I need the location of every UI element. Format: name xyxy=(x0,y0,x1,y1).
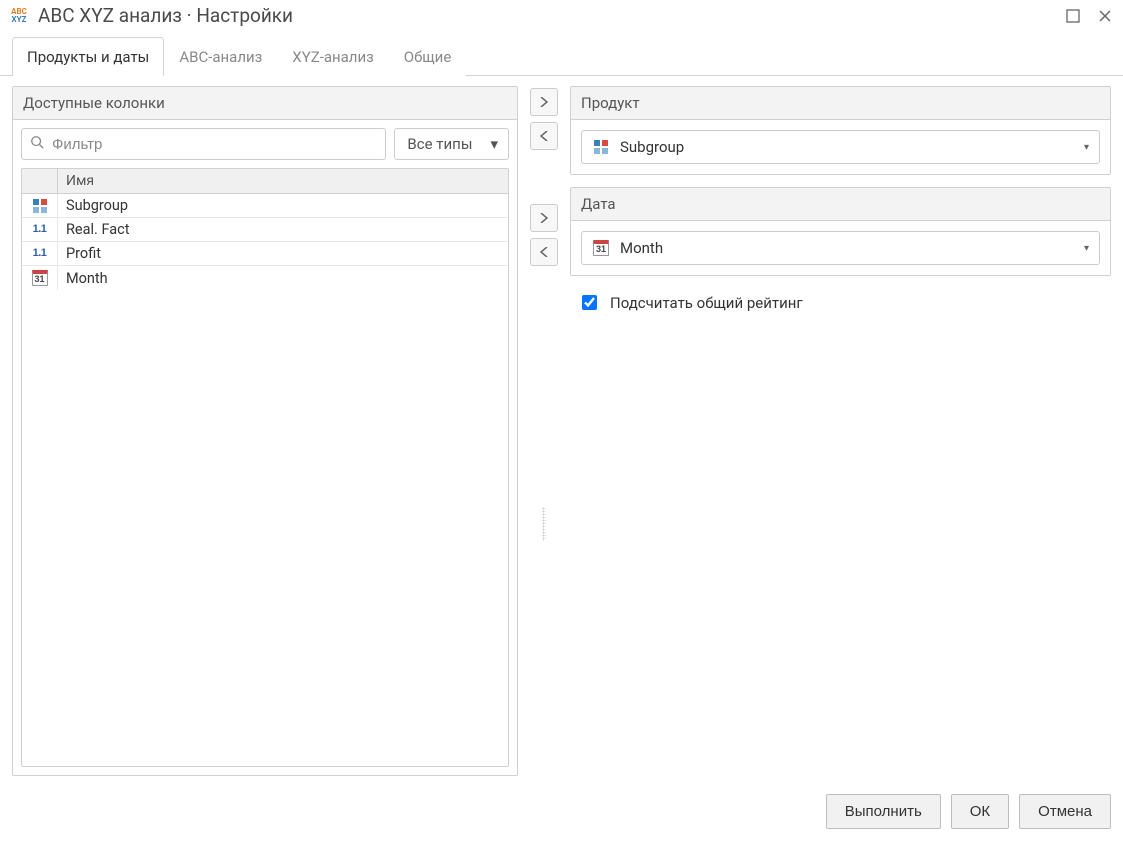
table-row[interactable]: 31 Month xyxy=(22,266,508,290)
category-icon xyxy=(22,194,58,217)
settings-window: ABCXYZ ABC XYZ анализ · Настройки Продук… xyxy=(0,0,1123,841)
columns-table: Имя Subgroup 1.1 Real. Fact 1.1 Profi xyxy=(21,168,509,767)
app-icon: ABCXYZ xyxy=(8,5,30,27)
calendar-icon: 31 xyxy=(22,266,58,290)
table-row[interactable]: 1.1 Real. Fact xyxy=(22,218,508,242)
table-row[interactable]: Subgroup xyxy=(22,194,508,218)
filter-input-wrap[interactable] xyxy=(21,128,386,160)
right-column: Продукт Subgroup ▾ Дата 31 Month ▾ xyxy=(570,86,1111,776)
available-columns-panel: Доступные колонки Все типы ▾ xyxy=(12,86,518,776)
tab-products-dates[interactable]: Продукты и даты xyxy=(12,37,164,76)
type-select[interactable]: Все типы ▾ xyxy=(394,128,509,160)
transfer-buttons xyxy=(526,86,562,776)
splitter-grip-icon[interactable] xyxy=(542,507,546,541)
ok-button[interactable]: ОК xyxy=(951,794,1009,829)
column-name: Profit xyxy=(58,245,508,262)
product-panel: Продукт Subgroup ▾ xyxy=(570,86,1111,175)
date-select[interactable]: 31 Month ▾ xyxy=(581,231,1100,265)
tab-abc-analysis[interactable]: ABC-анализ xyxy=(164,37,277,76)
move-right-date-button[interactable] xyxy=(530,204,558,232)
column-name: Real. Fact xyxy=(58,221,508,238)
filter-row: Все типы ▾ xyxy=(13,120,517,168)
caret-down-icon: ▾ xyxy=(490,135,498,153)
run-button[interactable]: Выполнить xyxy=(826,794,941,829)
tab-general[interactable]: Общие xyxy=(389,37,467,76)
column-name: Subgroup xyxy=(58,197,508,214)
product-panel-header: Продукт xyxy=(571,87,1110,120)
dialog-footer: Выполнить ОК Отмена xyxy=(0,786,1123,841)
titlebar: ABCXYZ ABC XYZ анализ · Настройки xyxy=(0,0,1123,37)
available-columns-header: Доступные колонки xyxy=(13,87,517,120)
overall-rating-checkbox-row[interactable]: Подсчитать общий рейтинг xyxy=(570,288,1111,317)
date-panel: Дата 31 Month ▾ xyxy=(570,187,1111,276)
move-left-date-button[interactable] xyxy=(530,238,558,266)
window-title: ABC XYZ анализ · Настройки xyxy=(38,4,1065,27)
content-area: Доступные колонки Все типы ▾ xyxy=(0,76,1123,786)
product-value: Subgroup xyxy=(620,138,1074,156)
left-column: Доступные колонки Все типы ▾ xyxy=(12,86,518,776)
date-value: Month xyxy=(620,239,1074,257)
type-select-label: Все типы xyxy=(407,135,472,153)
move-right-product-button[interactable] xyxy=(530,88,558,116)
columns-table-icon-header xyxy=(22,169,58,193)
caret-down-icon: ▾ xyxy=(1084,142,1089,153)
caret-down-icon: ▾ xyxy=(1084,243,1089,254)
table-row[interactable]: 1.1 Profit xyxy=(22,242,508,266)
calendar-icon: 31 xyxy=(592,239,610,257)
move-left-product-button[interactable] xyxy=(530,122,558,150)
date-panel-header: Дата xyxy=(571,188,1110,221)
tab-xyz-analysis[interactable]: XYZ-анализ xyxy=(277,37,388,76)
search-icon xyxy=(30,135,44,153)
close-button[interactable] xyxy=(1097,8,1113,24)
overall-rating-label: Подсчитать общий рейтинг xyxy=(610,294,803,312)
product-select[interactable]: Subgroup ▾ xyxy=(581,130,1100,164)
tab-bar: Продукты и даты ABC-анализ XYZ-анализ Об… xyxy=(0,36,1123,76)
filter-input[interactable] xyxy=(50,135,377,154)
cancel-button[interactable]: Отмена xyxy=(1019,794,1111,829)
window-controls xyxy=(1065,8,1113,24)
overall-rating-checkbox[interactable] xyxy=(582,295,597,310)
maximize-button[interactable] xyxy=(1065,8,1081,24)
columns-table-head: Имя xyxy=(22,169,508,194)
column-name: Month xyxy=(58,270,508,287)
columns-table-name-header: Имя xyxy=(58,169,508,193)
category-icon xyxy=(592,138,610,156)
numeric-icon: 1.1 xyxy=(22,218,58,241)
numeric-icon: 1.1 xyxy=(22,242,58,265)
